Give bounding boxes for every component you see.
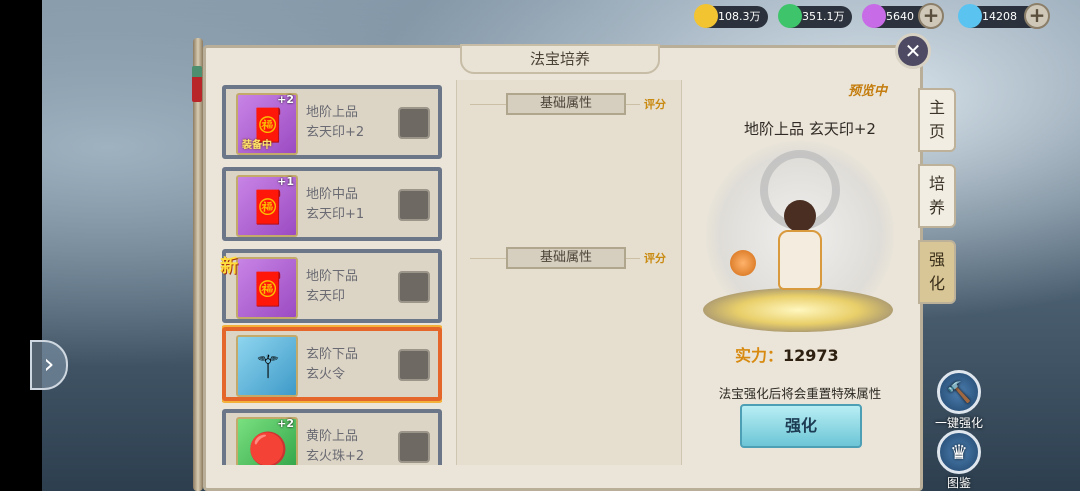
strengthen-button[interactable]: 强化	[740, 404, 862, 448]
power-value: 12973	[783, 346, 839, 365]
tassel-decoration	[192, 66, 202, 102]
item-name-line1: 地阶中品	[306, 187, 359, 202]
attribute-section-label: 基础属性	[506, 247, 626, 269]
item-name-line1: 玄阶下品	[306, 347, 359, 362]
list-item-selected[interactable]: ⚚ 玄阶下品 玄火令	[222, 327, 442, 401]
collection-label: 图鉴	[946, 476, 971, 490]
jade-icon	[778, 4, 802, 28]
item-checkbox[interactable]	[398, 431, 430, 463]
attributes-column	[456, 80, 682, 465]
item-name: 黄阶上品 玄火珠+2	[306, 427, 396, 465]
collection-button[interactable]: ♛ 图鉴	[928, 430, 990, 491]
tab-strengthen[interactable]: 强化	[918, 240, 956, 304]
item-name: 地阶上品 玄天印+2	[306, 103, 396, 143]
item-slot: 🧧 +2 装备中	[236, 93, 298, 155]
item-name-line1: 黄阶上品	[306, 429, 359, 444]
panel-title: 法宝培养	[460, 44, 660, 74]
item-name: 玄阶下品 玄火令	[306, 345, 396, 385]
tab-cultivate[interactable]: 培养	[918, 164, 956, 228]
new-badge: 新	[220, 256, 238, 277]
item-level: +2	[277, 93, 294, 106]
item-name-line2: 玄天印+1	[306, 207, 365, 222]
hammer-icon: 🔨	[937, 370, 981, 414]
hero-head	[784, 200, 816, 232]
resource-jade-value: 351.1万	[802, 10, 845, 23]
item-slot: 🧧 +1	[236, 175, 298, 237]
item-checkbox[interactable]	[398, 271, 430, 303]
attribute-section-label: 基础属性	[506, 93, 626, 115]
resource-jade: 351.1万	[778, 4, 852, 28]
divider	[626, 258, 640, 259]
power-label: 实力：	[735, 346, 784, 365]
resource-coin-value: 108.3万	[718, 10, 761, 23]
item-name-line2: 玄火珠+2	[306, 449, 365, 464]
divider	[470, 104, 510, 105]
item-name-line2: 玄天印	[306, 289, 346, 304]
divider	[626, 104, 640, 105]
one-click-strengthen-label: 一键强化	[934, 416, 983, 430]
left-letterbox	[0, 0, 42, 491]
resource-diamond-value: 14208	[982, 10, 1017, 23]
item-slot: ⚚	[236, 335, 298, 397]
seal-icon: 🧧	[248, 270, 288, 308]
diamond-icon	[958, 4, 982, 28]
item-name-line2: 玄火令	[306, 367, 346, 382]
rating-label: 评分	[644, 252, 666, 265]
previewed-item-name: 地阶上品 玄天印+2	[744, 120, 876, 138]
list-item[interactable]: 🧧 地阶下品 玄天印	[222, 249, 442, 323]
hero-character	[770, 200, 830, 305]
resource-gem: 5640 +	[862, 3, 944, 29]
resource-coin: 108.3万	[694, 4, 768, 28]
close-icon[interactable]: ✕	[895, 33, 931, 69]
item-name-line1: 地阶下品	[306, 269, 359, 284]
item-checkbox[interactable]	[398, 189, 430, 221]
item-checkbox[interactable]	[398, 349, 430, 381]
tab-strengthen-label: 强化	[928, 250, 945, 293]
resource-diamond: 14208 +	[958, 3, 1050, 29]
item-name: 地阶下品 玄天印	[306, 267, 396, 307]
rating-label: 评分	[644, 98, 666, 111]
item-slot: 🔴 +2	[236, 417, 298, 465]
item-level: +2	[277, 417, 294, 430]
tab-cultivate-label: 培养	[928, 174, 945, 217]
add-gem-button[interactable]: +	[918, 3, 944, 29]
token-icon: ⚚	[253, 348, 283, 386]
gem-icon	[862, 4, 886, 28]
coin-icon	[694, 4, 718, 28]
treasure-list[interactable]: 🧧 +2 装备中 地阶上品 玄天印+2 🧧 +1 地阶中品 玄天印+1 🧧 地阶…	[222, 85, 442, 465]
item-slot: 🧧	[236, 257, 298, 319]
resource-gem-value: 5640	[886, 10, 914, 23]
hero-body	[778, 230, 822, 290]
pet-orb-icon	[730, 250, 756, 276]
seal-icon: 🧧	[248, 188, 288, 226]
item-name-line1: 地阶上品	[306, 105, 359, 120]
item-name-line2: 玄天印+2	[306, 125, 365, 140]
divider	[470, 258, 510, 259]
list-item[interactable]: 🧧 +2 装备中 地阶上品 玄天印+2	[222, 85, 442, 159]
orb-icon: 🔴	[248, 430, 288, 465]
one-click-strengthen-button[interactable]: 🔨 一键强化	[928, 370, 990, 431]
preview-label: 预览中	[848, 84, 888, 99]
add-diamond-button[interactable]: +	[1024, 3, 1050, 29]
item-name: 地阶中品 玄天印+1	[306, 185, 396, 225]
item-level: +1	[277, 175, 294, 188]
tab-home[interactable]: 主页	[918, 88, 956, 152]
list-item[interactable]: 🧧 +1 地阶中品 玄天印+1	[222, 167, 442, 241]
power-display: 实力：12973	[735, 342, 839, 366]
reset-notice: 法宝强化后将会重置特殊属性	[718, 386, 882, 401]
crown-icon: ♛	[937, 430, 981, 474]
list-item[interactable]: 🔴 +2 黄阶上品 玄火珠+2	[222, 409, 442, 465]
equipped-tag: 装备中	[242, 140, 272, 151]
item-checkbox[interactable]	[398, 107, 430, 139]
tab-home-label: 主页	[928, 98, 945, 141]
scroll-rod	[193, 38, 203, 491]
